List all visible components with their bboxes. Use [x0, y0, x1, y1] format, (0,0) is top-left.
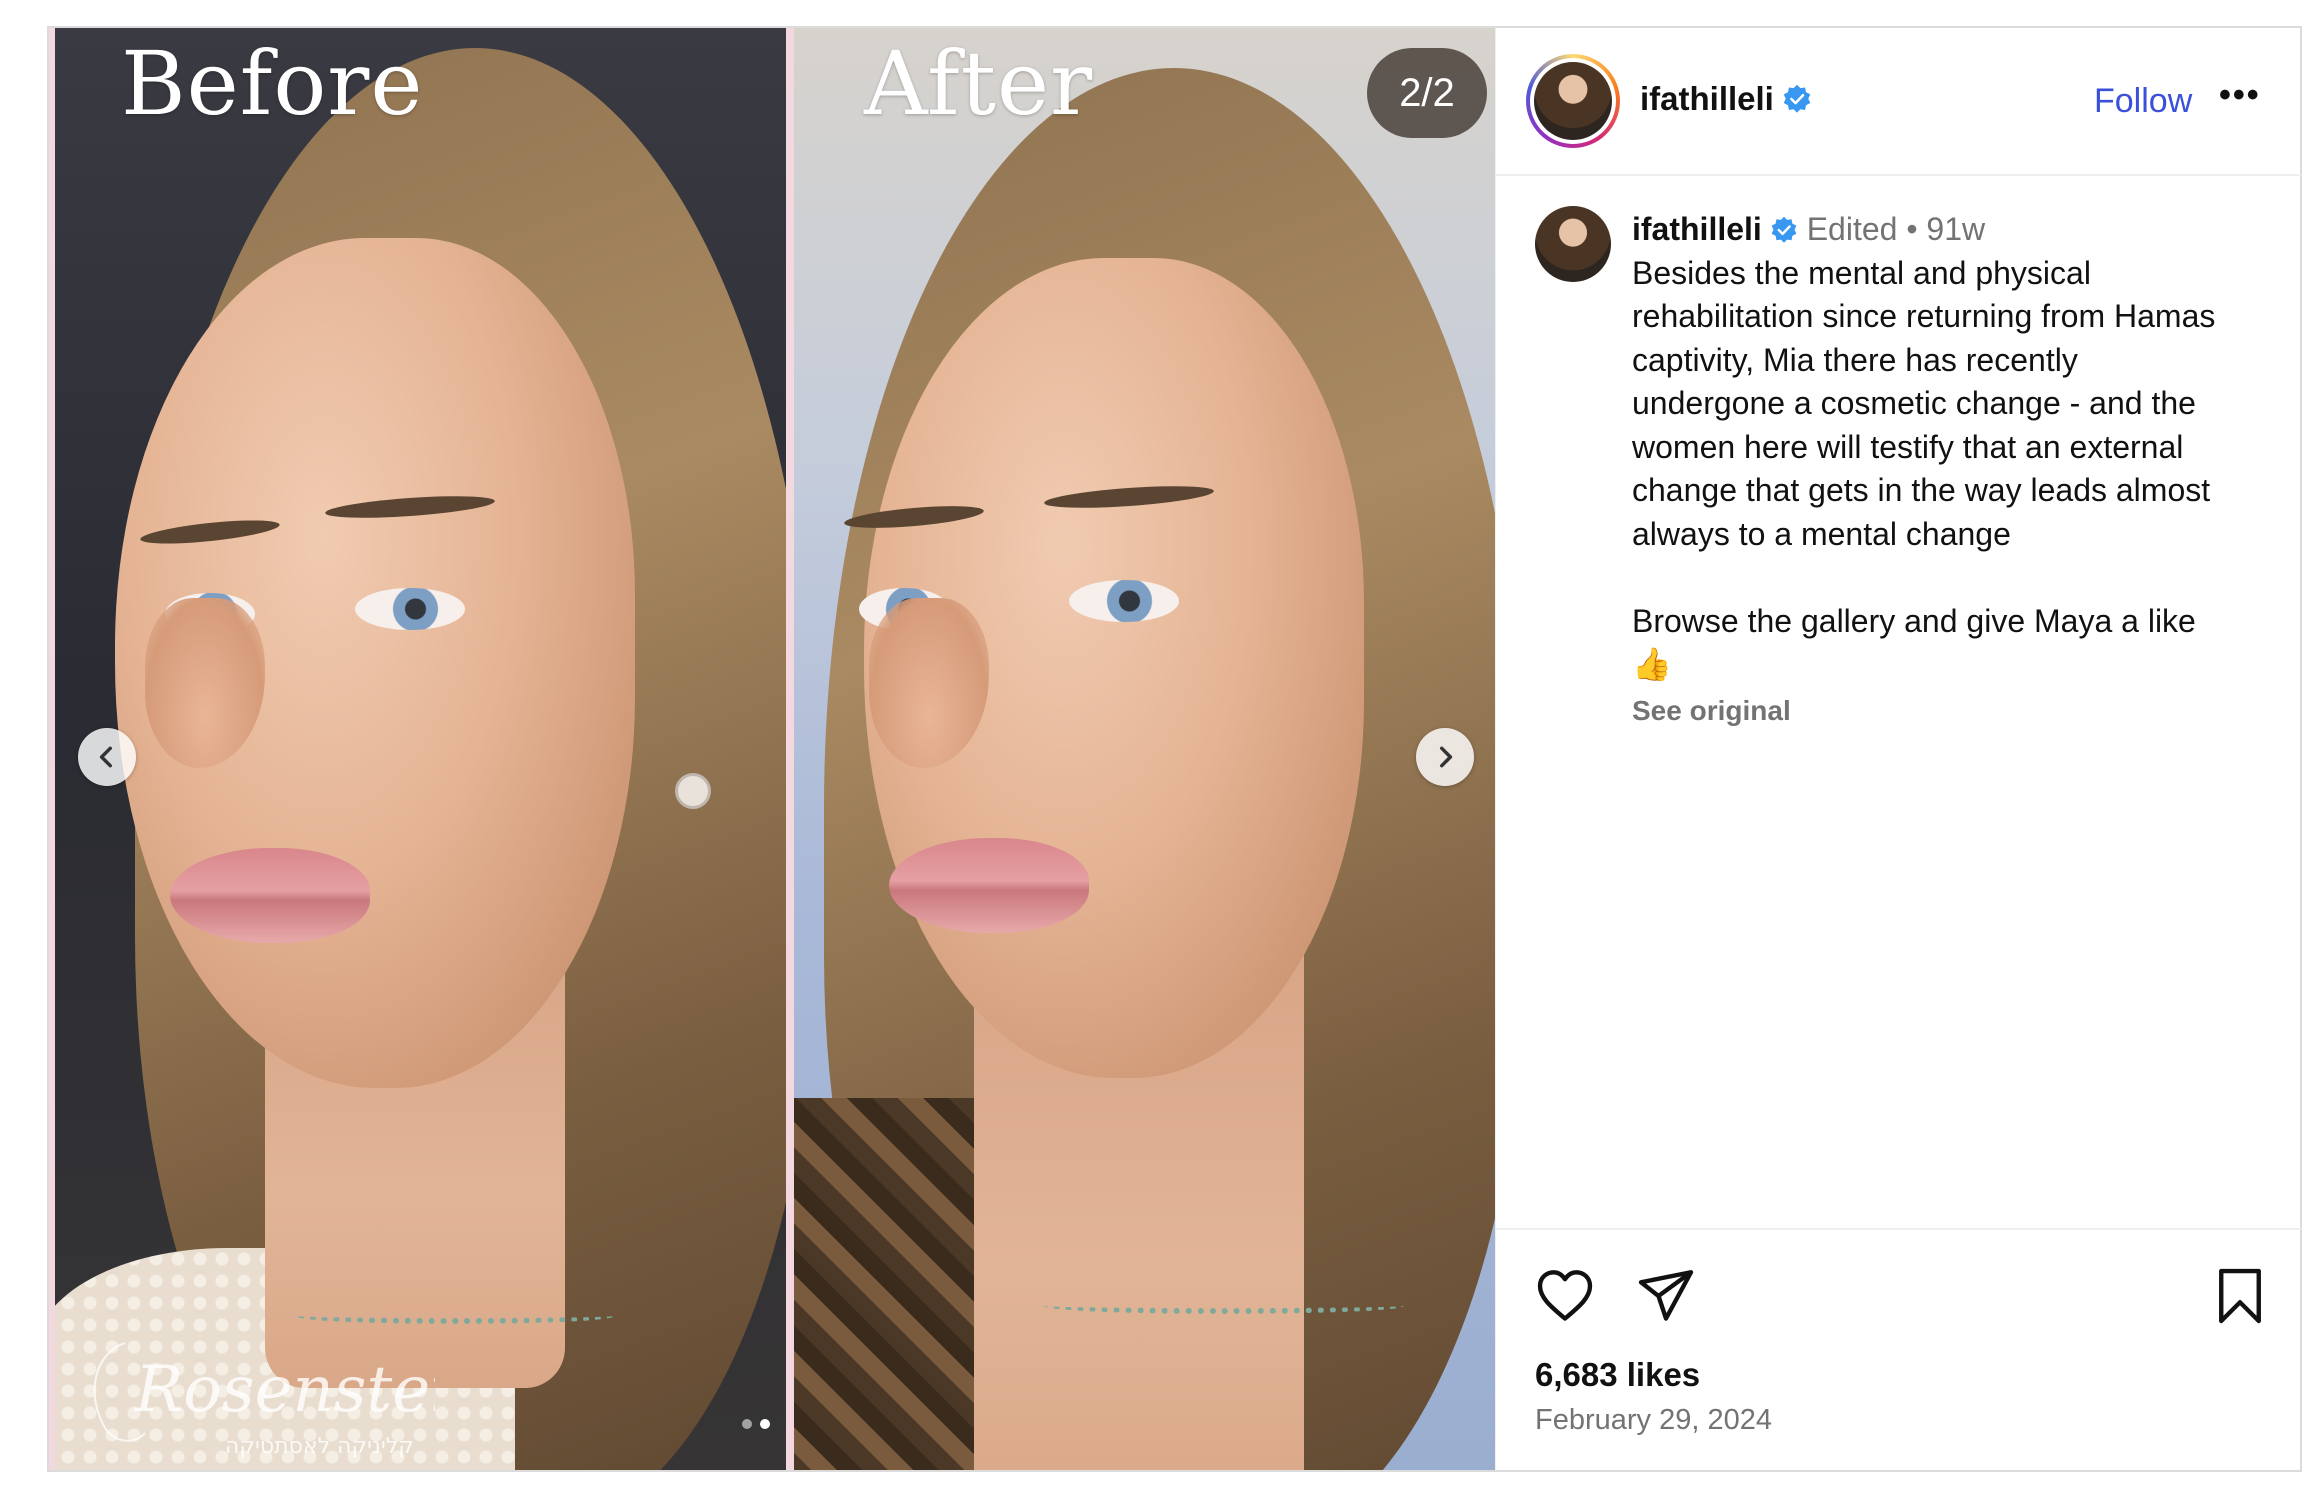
- next-slide-button[interactable]: [1416, 728, 1474, 786]
- after-photo: [794, 28, 1495, 1470]
- likes-count[interactable]: 6,683 likes: [1535, 1356, 1700, 1394]
- after-label: After: [864, 32, 1094, 135]
- caption-line: change that gets in the way leads almost: [1632, 472, 2211, 508]
- chevron-right-icon: [1440, 746, 1453, 768]
- caption-text-block: ifathilleli Edited • 91w Besides the men…: [1632, 208, 2272, 732]
- verified-icon: [1771, 216, 1797, 243]
- necklace: [295, 1308, 615, 1324]
- post-media-carousel[interactable]: Before After 2/2 Rosenstein קליניקה לאסת…: [49, 28, 1495, 1470]
- caption-meta: Edited • 91w: [1807, 211, 1985, 247]
- lips: [170, 848, 370, 943]
- post-date: February 29, 2024: [1535, 1404, 1772, 1436]
- thumbs-up-emoji: 👍: [1632, 646, 1672, 682]
- heart-icon[interactable]: [1535, 1266, 1595, 1326]
- chevron-left-icon: [99, 746, 112, 768]
- edited-label: Edited: [1806, 211, 1898, 247]
- watermark-graphic: Rosenstein קליניקה לאסתטיקה: [93, 1342, 492, 1459]
- previous-slide-button[interactable]: [78, 728, 136, 786]
- caption-second-paragraph: Browse the gallery and give Maya a like: [1632, 602, 2196, 639]
- caption-line: Besides the mental and physical: [1632, 254, 2091, 291]
- before-label: Before: [121, 32, 424, 135]
- caption-line: always to a mental change: [1632, 515, 2011, 552]
- caption-line: rehabilitation since returning from Hama…: [1632, 298, 2216, 334]
- caption-line: women here will testify that an external: [1632, 428, 2184, 465]
- carousel-dot: [742, 1419, 752, 1429]
- follow-button[interactable]: Follow: [2094, 82, 2192, 121]
- carousel-indicator: [742, 1419, 770, 1429]
- eye: [355, 588, 465, 630]
- post-sidebar: ifathilleli Follow ••• ifathilleli Edite…: [1495, 28, 2301, 1470]
- necklace: [1044, 1298, 1404, 1314]
- panel-divider: [786, 28, 794, 1470]
- see-original-link[interactable]: See original: [1632, 689, 2272, 733]
- author-avatar[interactable]: [1534, 62, 1612, 140]
- author-username: ifathilleli: [1640, 80, 1774, 117]
- earring: [675, 773, 711, 809]
- more-options-button[interactable]: •••: [2219, 76, 2261, 115]
- instagram-post: Before After 2/2 Rosenstein קליניקה לאסת…: [47, 26, 2302, 1472]
- caption-author-avatar[interactable]: [1535, 206, 1611, 282]
- caption-line: captivity, Mia there has recently: [1632, 341, 2078, 378]
- caption-meta-line: ifathilleli Edited • 91w: [1632, 208, 2272, 252]
- share-icon[interactable]: [1636, 1266, 1696, 1326]
- slide-counter: 2/2: [1367, 48, 1487, 138]
- lips: [889, 838, 1089, 933]
- bookmark-icon[interactable]: [2212, 1266, 2268, 1326]
- caption-username[interactable]: ifathilleli: [1632, 211, 1762, 247]
- meta-separator: •: [1906, 211, 1918, 247]
- clinic-watermark-logo: Rosenstein קליניקה לאסתטיקה: [75, 1333, 492, 1463]
- author-username-link[interactable]: ifathilleli: [1640, 80, 1812, 118]
- eye: [1069, 580, 1179, 622]
- post-age[interactable]: 91w: [1926, 211, 1985, 247]
- watermark-name: Rosenstein: [134, 1353, 435, 1427]
- post-header: ifathilleli Follow •••: [1496, 28, 2301, 176]
- carousel-dot: [760, 1419, 770, 1429]
- more-icon: •••: [2219, 76, 2261, 114]
- post-actions: 6,683 likes February 29, 2024: [1496, 1228, 2301, 1472]
- verified-icon: [1783, 84, 1811, 113]
- watermark-subtitle: קליניקה לאסתטיקה: [225, 1434, 414, 1459]
- caption-line: undergone a cosmetic change - and the: [1632, 385, 2196, 421]
- before-photo: [55, 28, 786, 1470]
